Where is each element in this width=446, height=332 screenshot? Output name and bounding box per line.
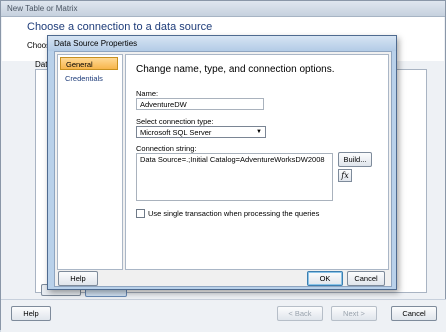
dialog-body: General Credentials Change name, type, a… bbox=[54, 51, 392, 287]
connection-type-value: Microsoft SQL Server bbox=[140, 128, 212, 137]
name-label: Name: bbox=[136, 89, 159, 98]
page-title: Change name, type, and connection option… bbox=[136, 64, 335, 75]
outer-button-bar bbox=[1, 299, 446, 332]
single-transaction-checkbox[interactable] bbox=[136, 209, 145, 218]
nav-item-credentials[interactable]: Credentials bbox=[60, 72, 118, 85]
connection-string-input[interactable]: Data Source=.;Initial Catalog=AdventureW… bbox=[136, 153, 333, 201]
ok-button[interactable]: OK bbox=[307, 271, 343, 286]
dialog-cancel-button[interactable]: Cancel bbox=[347, 271, 385, 286]
nav-item-general[interactable]: General bbox=[60, 57, 118, 70]
chevron-down-icon: ▼ bbox=[256, 129, 262, 135]
single-transaction-label: Use single transaction when processing t… bbox=[148, 209, 320, 218]
name-input[interactable]: AdventureDW bbox=[136, 98, 264, 110]
outer-window-title: New Table or Matrix bbox=[7, 4, 78, 13]
build-button[interactable]: Build... bbox=[338, 152, 372, 167]
expression-fx-icon[interactable]: fx bbox=[338, 169, 352, 182]
outer-page-heading: Choose a connection to a data source bbox=[27, 21, 213, 33]
outer-next-button[interactable]: Next > bbox=[331, 306, 377, 321]
connection-type-label: Select connection type: bbox=[136, 117, 214, 126]
outer-cancel-button[interactable]: Cancel bbox=[391, 306, 437, 321]
data-source-properties-dialog: Data Source Properties General Credentia… bbox=[47, 35, 397, 290]
general-page: Change name, type, and connection option… bbox=[125, 54, 389, 270]
outer-help-button[interactable]: Help bbox=[11, 306, 51, 321]
dialog-title: Data Source Properties bbox=[54, 39, 138, 48]
connection-string-label: Connection string: bbox=[136, 144, 197, 153]
connection-type-select[interactable]: Microsoft SQL Server ▼ bbox=[136, 126, 266, 138]
dialog-nav-pane: General Credentials bbox=[57, 54, 123, 270]
outer-title-bar: New Table or Matrix bbox=[1, 1, 445, 17]
dialog-title-bar: Data Source Properties bbox=[48, 36, 396, 51]
dialog-help-button[interactable]: Help bbox=[58, 271, 98, 286]
outer-back-button[interactable]: < Back bbox=[277, 306, 323, 321]
